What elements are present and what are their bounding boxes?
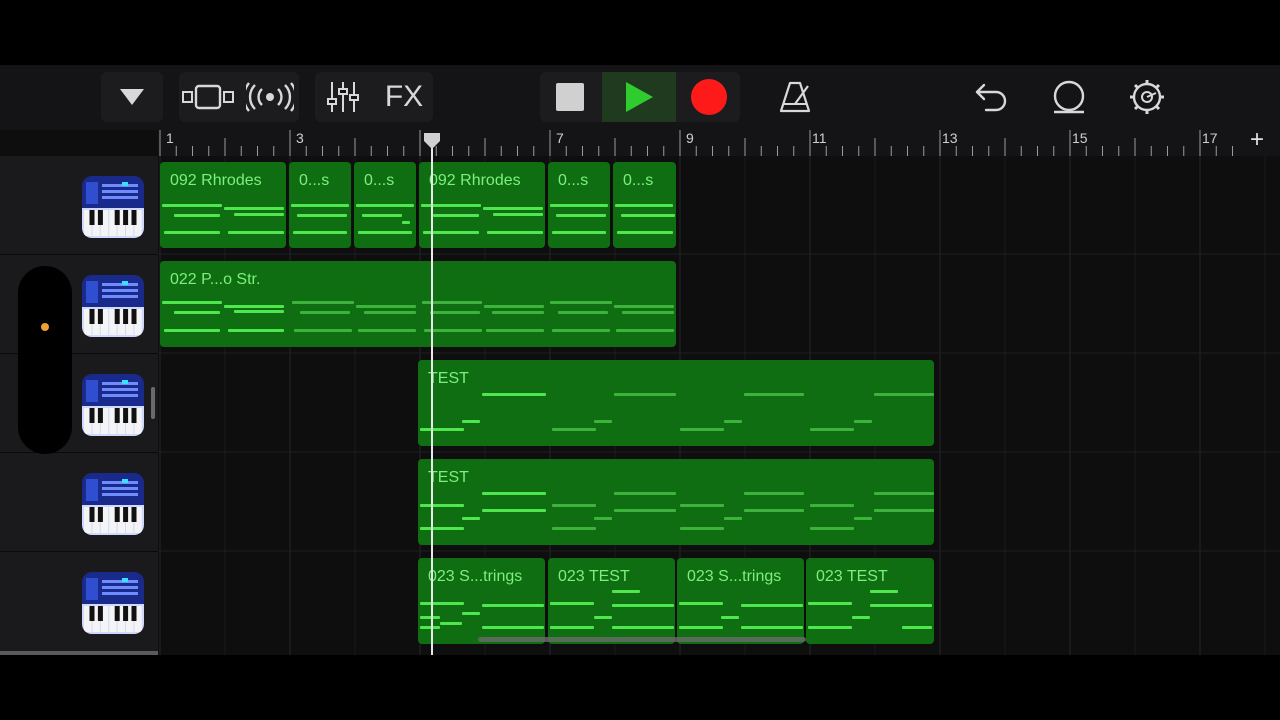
- settings-button[interactable]: [1122, 72, 1172, 122]
- track-separator: [0, 452, 158, 453]
- browser-view-button[interactable]: [179, 72, 237, 122]
- region-test-2[interactable]: TEST: [418, 459, 934, 545]
- record-icon: [691, 79, 727, 115]
- garageband-tracks-view: FX 1 3 7 9 11 13 15 17 + 092 Rhrodes 0..…: [0, 65, 1280, 655]
- region-0s-3[interactable]: 0...s: [548, 162, 610, 248]
- track-controls-handle[interactable]: [18, 266, 72, 454]
- region-022-piano-strings[interactable]: 022 P...o Str.: [160, 261, 676, 347]
- indicator-dot: [41, 323, 49, 331]
- track-separator: [0, 551, 158, 552]
- region-label: 023 TEST: [816, 568, 888, 585]
- transport-group: [540, 72, 740, 122]
- fx-button[interactable]: FX: [375, 72, 433, 122]
- keyboard-instrument-icon[interactable]: [82, 473, 144, 535]
- play-icon: [626, 82, 653, 112]
- metronome-button[interactable]: [770, 72, 820, 122]
- undo-button[interactable]: [966, 72, 1016, 122]
- region-023-strings-1[interactable]: 023 S...trings: [418, 558, 545, 644]
- region-test-1[interactable]: TEST: [418, 360, 934, 446]
- region-0s-4[interactable]: 0...s: [613, 162, 676, 248]
- bar-number: 11: [812, 130, 827, 146]
- bar-number: 17: [1202, 130, 1218, 146]
- gear-icon: [1130, 80, 1164, 114]
- region-label: 023 TEST: [558, 568, 630, 585]
- bar-number: 13: [942, 130, 958, 146]
- browser-view-icon: [182, 84, 234, 110]
- header-bottom-bar: [0, 651, 158, 655]
- bar-number: 15: [1072, 130, 1088, 146]
- region-label: 0...s: [299, 172, 330, 189]
- region-092-rhrodes[interactable]: 092 Rhrodes: [160, 162, 286, 248]
- loop-icon: [1053, 80, 1085, 114]
- live-loops-button[interactable]: [241, 72, 299, 122]
- stop-button[interactable]: [540, 72, 600, 122]
- keyboard-instrument-icon[interactable]: [82, 374, 144, 436]
- region-023-test-2[interactable]: 023 TEST: [806, 558, 934, 644]
- region-label: 092 Rhrodes: [429, 172, 521, 189]
- record-button[interactable]: [678, 72, 740, 122]
- region-label: 0...s: [623, 172, 654, 189]
- region-023-strings-2[interactable]: 023 S...trings: [677, 558, 804, 644]
- playhead[interactable]: [431, 139, 433, 655]
- timeline-ruler[interactable]: 1 3 5 7 9 11 13 15 17 +: [158, 126, 1280, 156]
- region-label: 0...s: [558, 172, 589, 189]
- triangle-down-icon: [101, 72, 163, 122]
- keyboard-instrument-icon[interactable]: [82, 176, 144, 238]
- mixer-button[interactable]: [315, 72, 371, 122]
- region-label: TEST: [428, 370, 469, 387]
- bar-number: 3: [296, 130, 304, 146]
- broadcast-icon: [246, 82, 294, 112]
- region-label: 022 P...o Str.: [170, 271, 261, 288]
- region-label: 0...s: [364, 172, 395, 189]
- add-section-button[interactable]: +: [1250, 126, 1264, 154]
- track-separator: [0, 254, 158, 255]
- region-label: TEST: [428, 469, 469, 486]
- horizontal-scrollbar[interactable]: [478, 637, 806, 642]
- toolbar: FX: [0, 65, 1280, 130]
- region-0s-2[interactable]: 0...s: [354, 162, 416, 248]
- keyboard-instrument-icon[interactable]: [82, 572, 144, 634]
- keyboard-instrument-icon[interactable]: [82, 275, 144, 337]
- sliders-icon: [327, 82, 359, 112]
- stop-icon: [556, 83, 584, 111]
- tracks-grid[interactable]: 092 Rhrodes 0...s 0...s 092 Rhrodes 0...…: [158, 156, 1280, 655]
- region-label: 092 Rhrodes: [170, 172, 262, 189]
- region-label: 023 S...trings: [687, 568, 782, 585]
- loop-browser-button[interactable]: [1044, 72, 1094, 122]
- play-button[interactable]: [602, 72, 676, 122]
- bar-number: 7: [556, 130, 564, 146]
- region-023-test-1[interactable]: 023 TEST: [548, 558, 675, 644]
- metronome-icon: [779, 81, 811, 113]
- view-group: [179, 72, 299, 122]
- playhead-handle-icon[interactable]: [423, 132, 441, 150]
- undo-icon: [975, 83, 1007, 112]
- my-songs-button[interactable]: [101, 72, 163, 122]
- region-label: 023 S...trings: [428, 568, 523, 585]
- region-0s-1[interactable]: 0...s: [289, 162, 351, 248]
- bar-number: 9: [686, 130, 694, 146]
- region-092-rhrodes-2[interactable]: 092 Rhrodes: [419, 162, 545, 248]
- bar-number: 1: [166, 130, 174, 146]
- mixer-fx-group: FX: [315, 72, 433, 122]
- vertical-scrollbar[interactable]: [151, 387, 155, 419]
